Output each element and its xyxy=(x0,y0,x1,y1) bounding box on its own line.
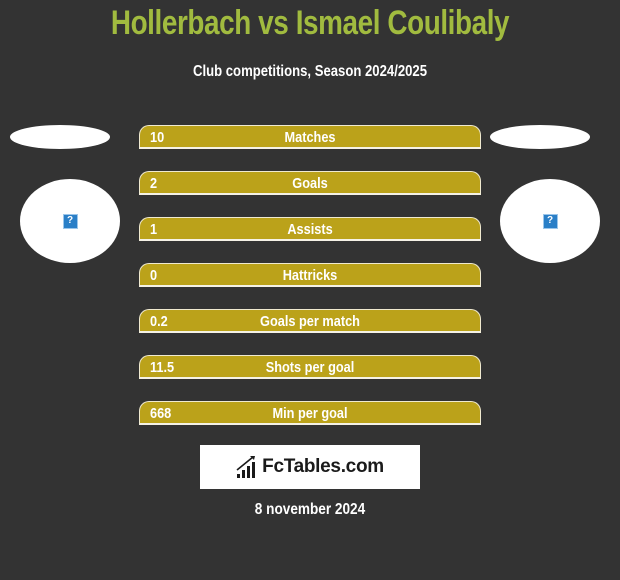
right-player-name-placeholder xyxy=(490,125,590,149)
fctables-logo[interactable]: FcTables.com xyxy=(200,445,420,489)
left-player-name-placeholder xyxy=(10,125,110,149)
date-label: 8 november 2024 xyxy=(254,501,366,518)
stat-row-matches: 10 Matches xyxy=(139,125,481,149)
stat-row-min-per-goal: 668 Min per goal xyxy=(139,401,481,425)
stat-label: Goals per match xyxy=(260,313,360,330)
stat-label: Shots per goal xyxy=(265,359,355,376)
bar-chart-icon xyxy=(236,456,256,478)
left-player-avatar: ? xyxy=(20,179,120,263)
stat-label: Min per goal xyxy=(272,405,348,422)
stat-label: Goals xyxy=(292,175,328,192)
stat-row-shots-per-goal: 11.5 Shots per goal xyxy=(139,355,481,379)
stat-row-hattricks: 0 Hattricks xyxy=(139,263,481,287)
stat-left-value: 1 xyxy=(150,221,158,238)
stat-row-goals-per-match: 0.2 Goals per match xyxy=(139,309,481,333)
stats-comparison: 10 Matches 2 Goals 1 Assists 0 Hattricks… xyxy=(139,125,481,447)
stat-row-assists: 1 Assists xyxy=(139,217,481,241)
logo-text: FcTables.com xyxy=(262,456,384,477)
stat-label: Matches xyxy=(284,129,336,146)
page-title: Hollerbach vs Ismael Coulibaly xyxy=(110,4,510,42)
missing-image-icon: ? xyxy=(542,213,558,229)
stat-left-value: 0 xyxy=(150,267,158,284)
right-player-avatar: ? xyxy=(500,179,600,263)
stat-left-value: 2 xyxy=(150,175,158,192)
page-subtitle: Club competitions, Season 2024/2025 xyxy=(192,63,428,80)
stat-label: Hattricks xyxy=(282,267,338,284)
stat-left-value: 10 xyxy=(150,129,165,146)
missing-image-icon: ? xyxy=(62,213,78,229)
stat-label: Assists xyxy=(287,221,333,238)
stat-row-goals: 2 Goals xyxy=(139,171,481,195)
